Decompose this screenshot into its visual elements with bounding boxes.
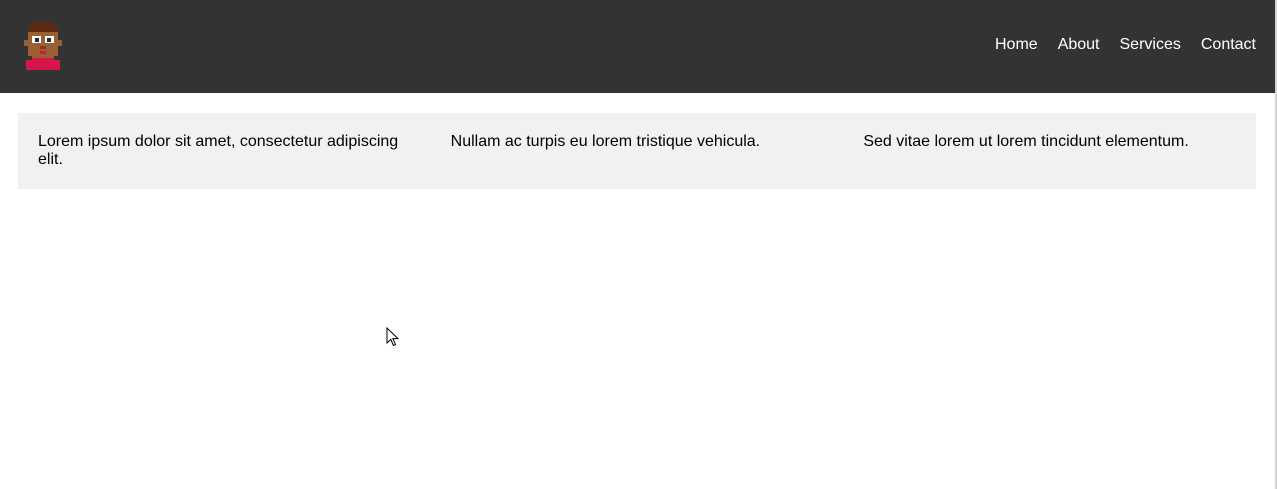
nav-services-link[interactable]: Services	[1120, 36, 1181, 54]
page: Home About Services Contact Lorem ipsum …	[0, 0, 1277, 489]
main-nav: Home About Services Contact	[995, 36, 1256, 54]
info-column-2: Nullam ac turpis eu lorem tristique vehi…	[450, 133, 761, 150]
info-column-1: Lorem ipsum dolor sit amet, consectetur …	[38, 133, 399, 168]
nav-home-link[interactable]: Home	[995, 36, 1038, 54]
mouse-cursor-icon	[386, 327, 399, 347]
nav-about-link[interactable]: About	[1058, 36, 1100, 54]
info-column-3: Sed vitae lorem ut lorem tincidunt eleme…	[863, 133, 1189, 150]
pixel-avatar-icon[interactable]	[24, 22, 62, 70]
nav-contact-link[interactable]: Contact	[1201, 36, 1256, 54]
info-columns-panel: Lorem ipsum dolor sit amet, consectetur …	[18, 113, 1256, 189]
top-navigation-bar: Home About Services Contact	[0, 0, 1275, 93]
